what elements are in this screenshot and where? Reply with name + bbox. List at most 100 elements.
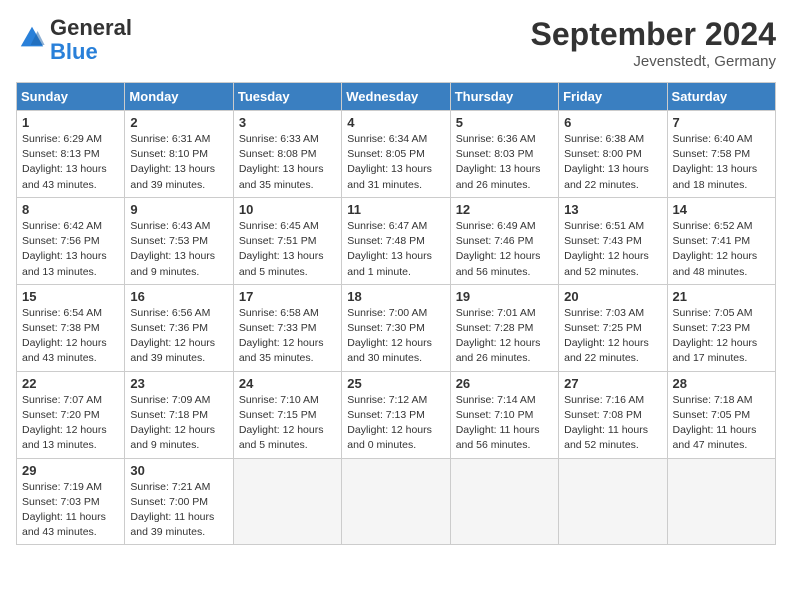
day-info: Sunrise: 6:58 AM Sunset: 7:33 PM Dayligh… <box>239 306 336 367</box>
calendar-header-cell: Sunday <box>17 83 125 111</box>
calendar-day-cell <box>559 458 667 545</box>
calendar-day-cell: 6 Sunrise: 6:38 AM Sunset: 8:00 PM Daylig… <box>559 111 667 198</box>
day-number: 12 <box>456 202 553 217</box>
calendar-week-row: 8Sunrise: 6:42 AM Sunset: 7:56 PM Daylig… <box>17 197 776 284</box>
day-info: Sunrise: 6:52 AM Sunset: 7:41 PM Dayligh… <box>673 219 770 280</box>
calendar-day-cell: 29 Sunrise: 7:19 AM Sunset: 7:03 PM Dayli… <box>17 458 125 545</box>
calendar-header-cell: Saturday <box>667 83 775 111</box>
day-info: Sunrise: 7:03 AM Sunset: 7:25 PM Dayligh… <box>564 306 661 367</box>
calendar-header-cell: Friday <box>559 83 667 111</box>
day-info: Sunrise: 6:36 AM Sunset: 8:03 PM Dayligh… <box>456 132 553 193</box>
day-number: 30 <box>130 463 227 478</box>
day-info: Sunrise: 7:19 AM Sunset: 7:03 PM Dayligh… <box>22 480 119 541</box>
calendar-day-cell: 9Sunrise: 6:43 AM Sunset: 7:53 PM Daylig… <box>125 197 233 284</box>
calendar-day-cell: 28 Sunrise: 7:18 AM Sunset: 7:05 PM Dayli… <box>667 371 775 458</box>
logo: General Blue <box>16 16 132 64</box>
day-number: 2 <box>130 115 227 130</box>
day-info: Sunrise: 6:47 AM Sunset: 7:48 PM Dayligh… <box>347 219 444 280</box>
calendar-day-cell: 18Sunrise: 7:00 AM Sunset: 7:30 PM Dayli… <box>342 284 450 371</box>
calendar-body: 1 Sunrise: 6:29 AM Sunset: 8:13 PM Daylig… <box>17 111 776 545</box>
day-number: 16 <box>130 289 227 304</box>
calendar-day-cell: 2 Sunrise: 6:31 AM Sunset: 8:10 PM Daylig… <box>125 111 233 198</box>
calendar-day-cell: 21 Sunrise: 7:05 AM Sunset: 7:23 PM Dayli… <box>667 284 775 371</box>
day-info: Sunrise: 7:21 AM Sunset: 7:00 PM Dayligh… <box>130 480 227 541</box>
day-info: Sunrise: 6:45 AM Sunset: 7:51 PM Dayligh… <box>239 219 336 280</box>
calendar-day-cell: 30 Sunrise: 7:21 AM Sunset: 7:00 PM Dayli… <box>125 458 233 545</box>
calendar-header-cell: Tuesday <box>233 83 341 111</box>
day-info: Sunrise: 6:34 AM Sunset: 8:05 PM Dayligh… <box>347 132 444 193</box>
day-number: 25 <box>347 376 444 391</box>
location: Jevenstedt, Germany <box>531 53 776 70</box>
day-info: Sunrise: 6:40 AM Sunset: 7:58 PM Dayligh… <box>673 132 770 193</box>
calendar-day-cell <box>233 458 341 545</box>
calendar-day-cell <box>667 458 775 545</box>
day-info: Sunrise: 6:56 AM Sunset: 7:36 PM Dayligh… <box>130 306 227 367</box>
title-block: September 2024 Jevenstedt, Germany <box>531 16 776 70</box>
day-info: Sunrise: 7:18 AM Sunset: 7:05 PM Dayligh… <box>673 393 770 454</box>
day-number: 6 <box>564 115 661 130</box>
day-info: Sunrise: 7:01 AM Sunset: 7:28 PM Dayligh… <box>456 306 553 367</box>
calendar-day-cell: 12 Sunrise: 6:49 AM Sunset: 7:46 PM Dayli… <box>450 197 558 284</box>
day-number: 26 <box>456 376 553 391</box>
calendar-week-row: 22Sunrise: 7:07 AM Sunset: 7:20 PM Dayli… <box>17 371 776 458</box>
calendar-day-cell: 4 Sunrise: 6:34 AM Sunset: 8:05 PM Daylig… <box>342 111 450 198</box>
day-number: 11 <box>347 202 444 217</box>
calendar-header-row: SundayMondayTuesdayWednesdayThursdayFrid… <box>17 83 776 111</box>
day-number: 29 <box>22 463 119 478</box>
month-title: September 2024 <box>531 16 776 53</box>
day-number: 20 <box>564 289 661 304</box>
calendar-day-cell: 14 Sunrise: 6:52 AM Sunset: 7:41 PM Dayli… <box>667 197 775 284</box>
day-info: Sunrise: 6:38 AM Sunset: 8:00 PM Dayligh… <box>564 132 661 193</box>
day-number: 22 <box>22 376 119 391</box>
day-number: 13 <box>564 202 661 217</box>
day-number: 7 <box>673 115 770 130</box>
calendar-header-cell: Monday <box>125 83 233 111</box>
day-number: 17 <box>239 289 336 304</box>
day-number: 15 <box>22 289 119 304</box>
calendar-week-row: 1 Sunrise: 6:29 AM Sunset: 8:13 PM Daylig… <box>17 111 776 198</box>
day-info: Sunrise: 6:33 AM Sunset: 8:08 PM Dayligh… <box>239 132 336 193</box>
day-info: Sunrise: 6:42 AM Sunset: 7:56 PM Dayligh… <box>22 219 119 280</box>
day-number: 5 <box>456 115 553 130</box>
calendar-day-cell: 25 Sunrise: 7:12 AM Sunset: 7:13 PM Dayli… <box>342 371 450 458</box>
calendar-day-cell: 26Sunrise: 7:14 AM Sunset: 7:10 PM Dayli… <box>450 371 558 458</box>
day-info: Sunrise: 6:51 AM Sunset: 7:43 PM Dayligh… <box>564 219 661 280</box>
day-info: Sunrise: 7:09 AM Sunset: 7:18 PM Dayligh… <box>130 393 227 454</box>
page-header: General Blue September 2024 Jevenstedt, … <box>16 16 776 70</box>
day-number: 19 <box>456 289 553 304</box>
day-number: 1 <box>22 115 119 130</box>
logo-text: General Blue <box>50 16 132 64</box>
day-info: Sunrise: 7:00 AM Sunset: 7:30 PM Dayligh… <box>347 306 444 367</box>
calendar-day-cell: 24Sunrise: 7:10 AM Sunset: 7:15 PM Dayli… <box>233 371 341 458</box>
day-info: Sunrise: 7:16 AM Sunset: 7:08 PM Dayligh… <box>564 393 661 454</box>
calendar-header-cell: Wednesday <box>342 83 450 111</box>
day-info: Sunrise: 7:05 AM Sunset: 7:23 PM Dayligh… <box>673 306 770 367</box>
day-info: Sunrise: 6:49 AM Sunset: 7:46 PM Dayligh… <box>456 219 553 280</box>
calendar-week-row: 29 Sunrise: 7:19 AM Sunset: 7:03 PM Dayli… <box>17 458 776 545</box>
day-number: 21 <box>673 289 770 304</box>
calendar-day-cell: 8Sunrise: 6:42 AM Sunset: 7:56 PM Daylig… <box>17 197 125 284</box>
calendar-day-cell: 3 Sunrise: 6:33 AM Sunset: 8:08 PM Daylig… <box>233 111 341 198</box>
day-number: 28 <box>673 376 770 391</box>
calendar-day-cell: 5 Sunrise: 6:36 AM Sunset: 8:03 PM Daylig… <box>450 111 558 198</box>
calendar-day-cell: 23Sunrise: 7:09 AM Sunset: 7:18 PM Dayli… <box>125 371 233 458</box>
day-info: Sunrise: 6:31 AM Sunset: 8:10 PM Dayligh… <box>130 132 227 193</box>
day-number: 3 <box>239 115 336 130</box>
calendar-day-cell: 20 Sunrise: 7:03 AM Sunset: 7:25 PM Dayli… <box>559 284 667 371</box>
calendar-day-cell: 11 Sunrise: 6:47 AM Sunset: 7:48 PM Dayli… <box>342 197 450 284</box>
calendar-day-cell: 13 Sunrise: 6:51 AM Sunset: 7:43 PM Dayli… <box>559 197 667 284</box>
day-info: Sunrise: 6:29 AM Sunset: 8:13 PM Dayligh… <box>22 132 119 193</box>
day-info: Sunrise: 7:12 AM Sunset: 7:13 PM Dayligh… <box>347 393 444 454</box>
day-info: Sunrise: 6:43 AM Sunset: 7:53 PM Dayligh… <box>130 219 227 280</box>
calendar-header-cell: Thursday <box>450 83 558 111</box>
day-number: 14 <box>673 202 770 217</box>
calendar-day-cell: 1 Sunrise: 6:29 AM Sunset: 8:13 PM Daylig… <box>17 111 125 198</box>
day-number: 4 <box>347 115 444 130</box>
calendar-table: SundayMondayTuesdayWednesdayThursdayFrid… <box>16 82 776 545</box>
calendar-day-cell: 19 Sunrise: 7:01 AM Sunset: 7:28 PM Dayli… <box>450 284 558 371</box>
calendar-day-cell: 22Sunrise: 7:07 AM Sunset: 7:20 PM Dayli… <box>17 371 125 458</box>
calendar-day-cell: 7 Sunrise: 6:40 AM Sunset: 7:58 PM Daylig… <box>667 111 775 198</box>
calendar-day-cell: 16 Sunrise: 6:56 AM Sunset: 7:36 PM Dayli… <box>125 284 233 371</box>
calendar-day-cell <box>342 458 450 545</box>
calendar-day-cell: 27Sunrise: 7:16 AM Sunset: 7:08 PM Dayli… <box>559 371 667 458</box>
